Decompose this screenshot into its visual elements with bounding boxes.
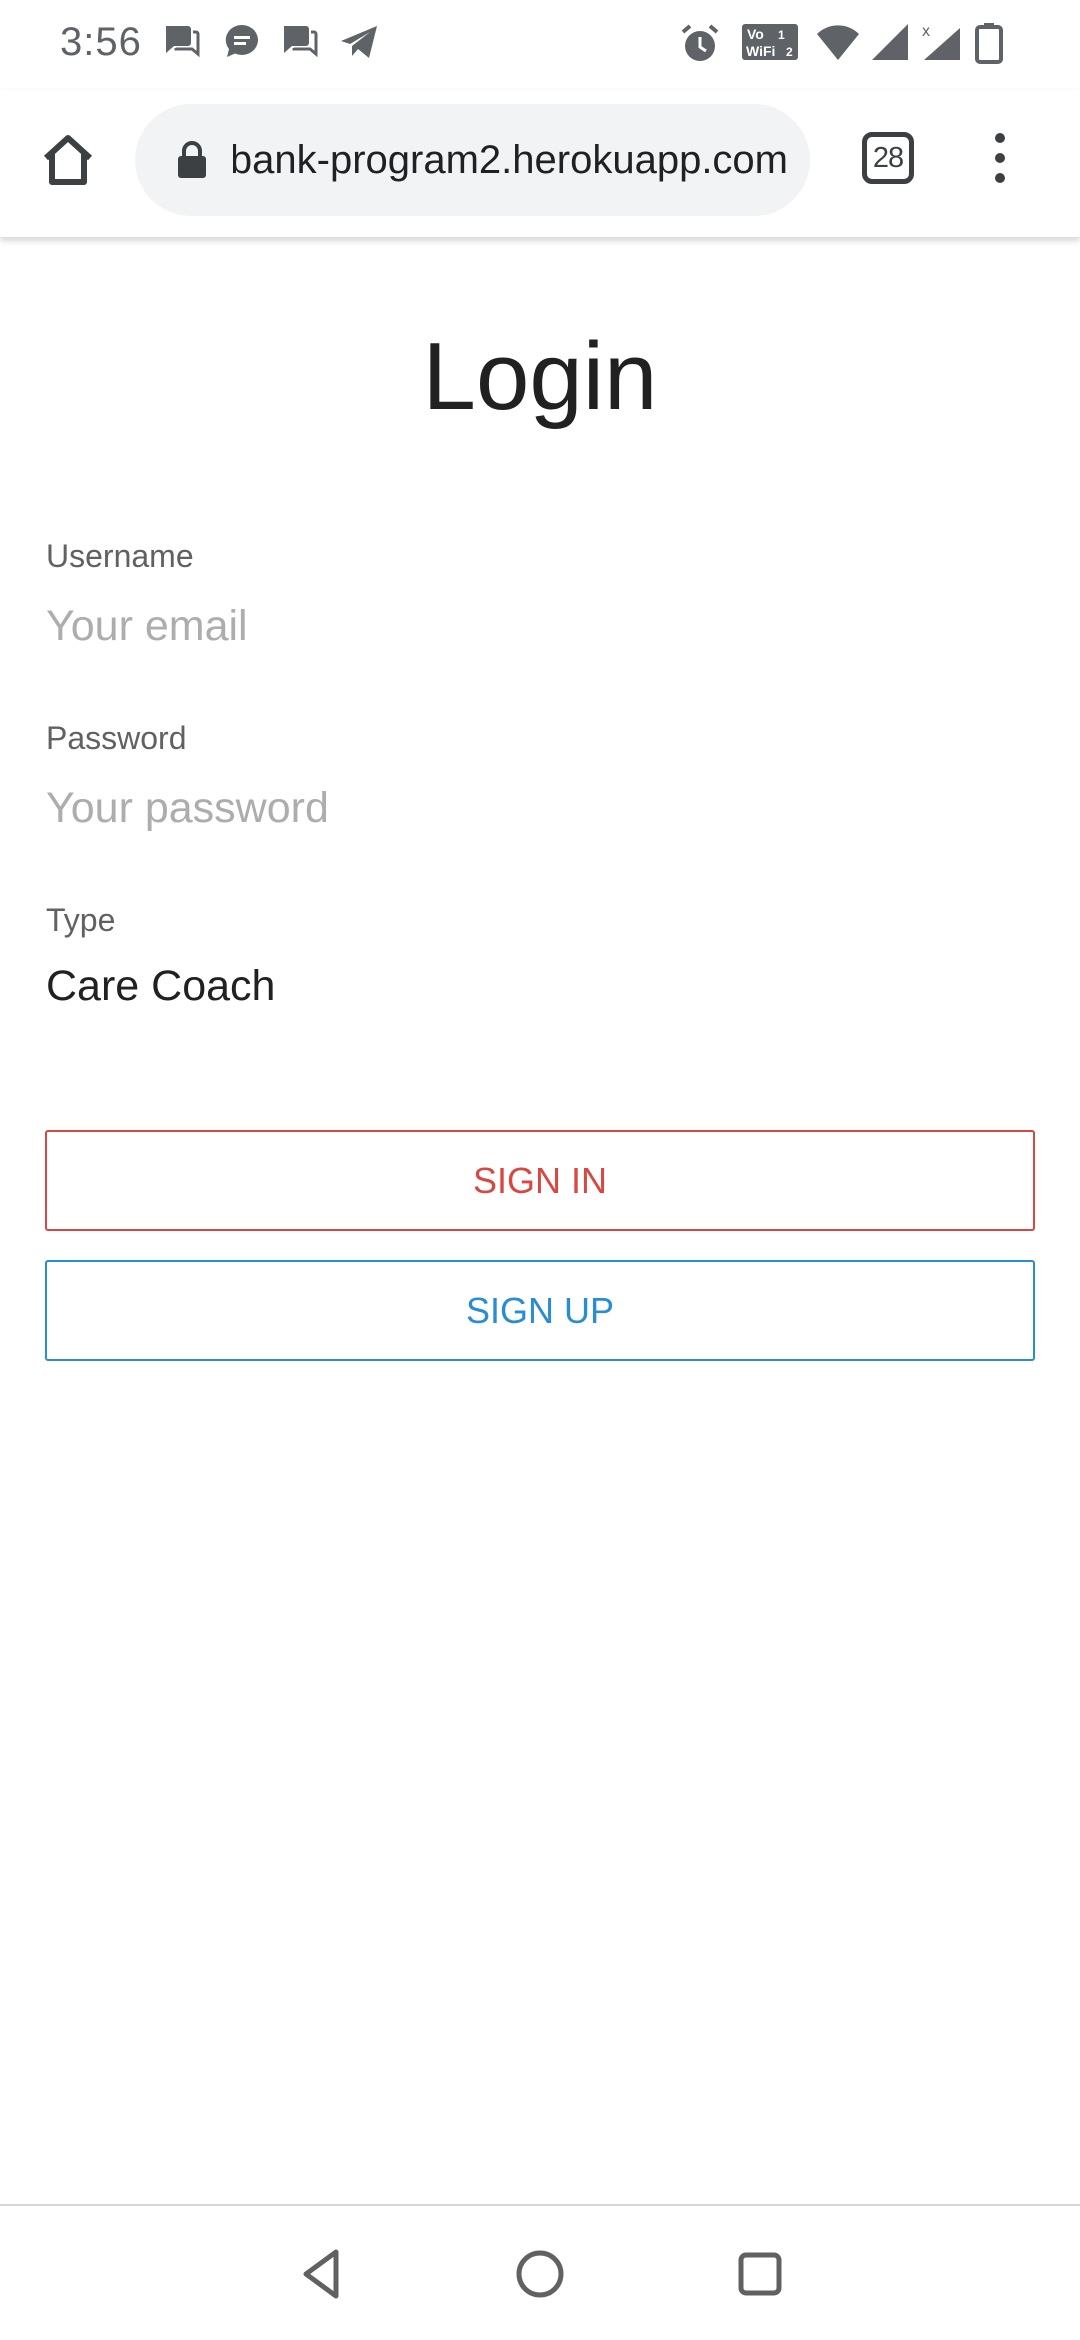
cell-signal-icon: x — [922, 23, 960, 60]
sign-in-button[interactable]: SIGN IN — [45, 1130, 1035, 1231]
recents-icon[interactable] — [730, 2244, 790, 2304]
chat-icon — [166, 26, 200, 58]
password-input[interactable] — [46, 778, 1034, 838]
sign-up-button[interactable]: SIGN UP — [45, 1260, 1035, 1361]
chat-icon — [284, 26, 318, 58]
type-label: Type — [46, 902, 116, 938]
url-text[interactable]: bank-program2.herokuapp.com — [233, 104, 788, 216]
cell-signal-icon — [872, 24, 908, 60]
username-label: Username — [46, 538, 194, 574]
svg-text:x: x — [922, 23, 930, 40]
username-input[interactable] — [46, 596, 1034, 656]
back-icon[interactable] — [292, 2244, 352, 2304]
home-icon[interactable] — [38, 130, 98, 190]
message-icon — [225, 24, 258, 57]
navigation-bar — [0, 2204, 1080, 2340]
address-bar[interactable]: bank-program2.herokuapp.com — [135, 104, 810, 216]
svg-text:2: 2 — [786, 45, 793, 59]
home-circle-icon[interactable] — [510, 2244, 570, 2304]
status-time: 3:56 — [60, 20, 142, 64]
lock-icon — [178, 141, 206, 178]
svg-text:Vo: Vo — [747, 26, 764, 42]
alarm-icon — [681, 24, 719, 61]
vowifi-icon: Vo 1 WiFi 2 — [742, 24, 798, 60]
svg-text:1: 1 — [778, 28, 785, 42]
tab-switcher-button[interactable]: 28 — [862, 132, 914, 184]
page-title: Login — [422, 323, 658, 430]
svg-text:WiFi: WiFi — [746, 43, 775, 59]
browser-toolbar: bank-program2.herokuapp.com 28 — [0, 90, 1080, 238]
type-select[interactable]: Care Coach — [46, 962, 275, 1011]
login-page: Login Username Password Type Care Coach … — [0, 238, 1080, 2204]
password-label: Password — [46, 720, 187, 756]
status-bar: 3:56 Vo 1 WiFi 2 x — [0, 0, 1080, 90]
wifi-icon — [817, 25, 859, 60]
telegram-icon — [341, 26, 377, 58]
more-options-icon[interactable] — [985, 128, 1015, 188]
battery-icon — [975, 23, 1003, 64]
